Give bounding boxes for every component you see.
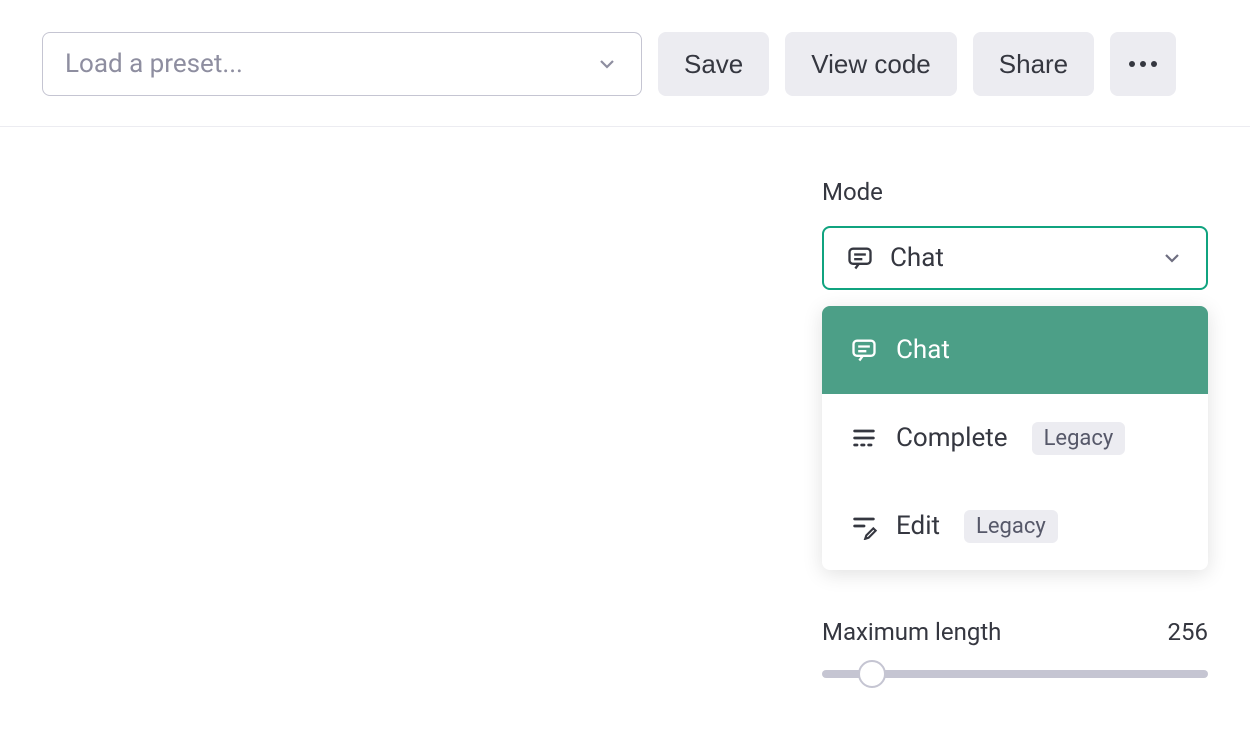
legacy-badge: Legacy (1032, 422, 1126, 455)
mode-option-edit[interactable]: Edit Legacy (822, 482, 1208, 570)
legacy-badge: Legacy (964, 510, 1058, 543)
mode-option-chat[interactable]: Chat (822, 306, 1208, 394)
mode-label: Mode (822, 178, 1208, 206)
chat-icon (846, 244, 874, 272)
save-button[interactable]: Save (658, 32, 769, 96)
preset-select[interactable]: Load a preset... (42, 32, 642, 96)
chat-icon (850, 336, 878, 364)
settings-panel: Mode Chat Chat Complete Legacy Ed (822, 178, 1208, 678)
more-icon (1129, 61, 1157, 67)
save-button-label: Save (684, 49, 743, 80)
view-code-button-label: View code (811, 49, 931, 80)
mode-option-label: Edit (896, 511, 940, 541)
slider-thumb[interactable] (858, 660, 886, 688)
share-button[interactable]: Share (973, 32, 1094, 96)
mode-select[interactable]: Chat (822, 226, 1208, 290)
mode-selected-value: Chat (890, 243, 944, 273)
mode-option-label: Complete (896, 423, 1008, 453)
more-button[interactable] (1110, 32, 1176, 96)
max-length-label: Maximum length (822, 618, 1001, 646)
preset-placeholder: Load a preset... (65, 49, 243, 79)
max-length-value: 256 (1168, 618, 1208, 646)
chevron-down-icon (1160, 246, 1184, 270)
mode-option-label: Chat (896, 335, 950, 365)
chevron-down-icon (595, 52, 619, 76)
view-code-button[interactable]: View code (785, 32, 957, 96)
toolbar: Load a preset... Save View code Share (0, 0, 1250, 127)
max-length-slider[interactable] (822, 670, 1208, 678)
mode-option-complete[interactable]: Complete Legacy (822, 394, 1208, 482)
max-length-row: Maximum length 256 (822, 618, 1208, 646)
edit-icon (850, 512, 878, 540)
mode-dropdown: Chat Complete Legacy Edit Legacy (822, 306, 1208, 570)
share-button-label: Share (999, 49, 1068, 80)
complete-icon (850, 424, 878, 452)
